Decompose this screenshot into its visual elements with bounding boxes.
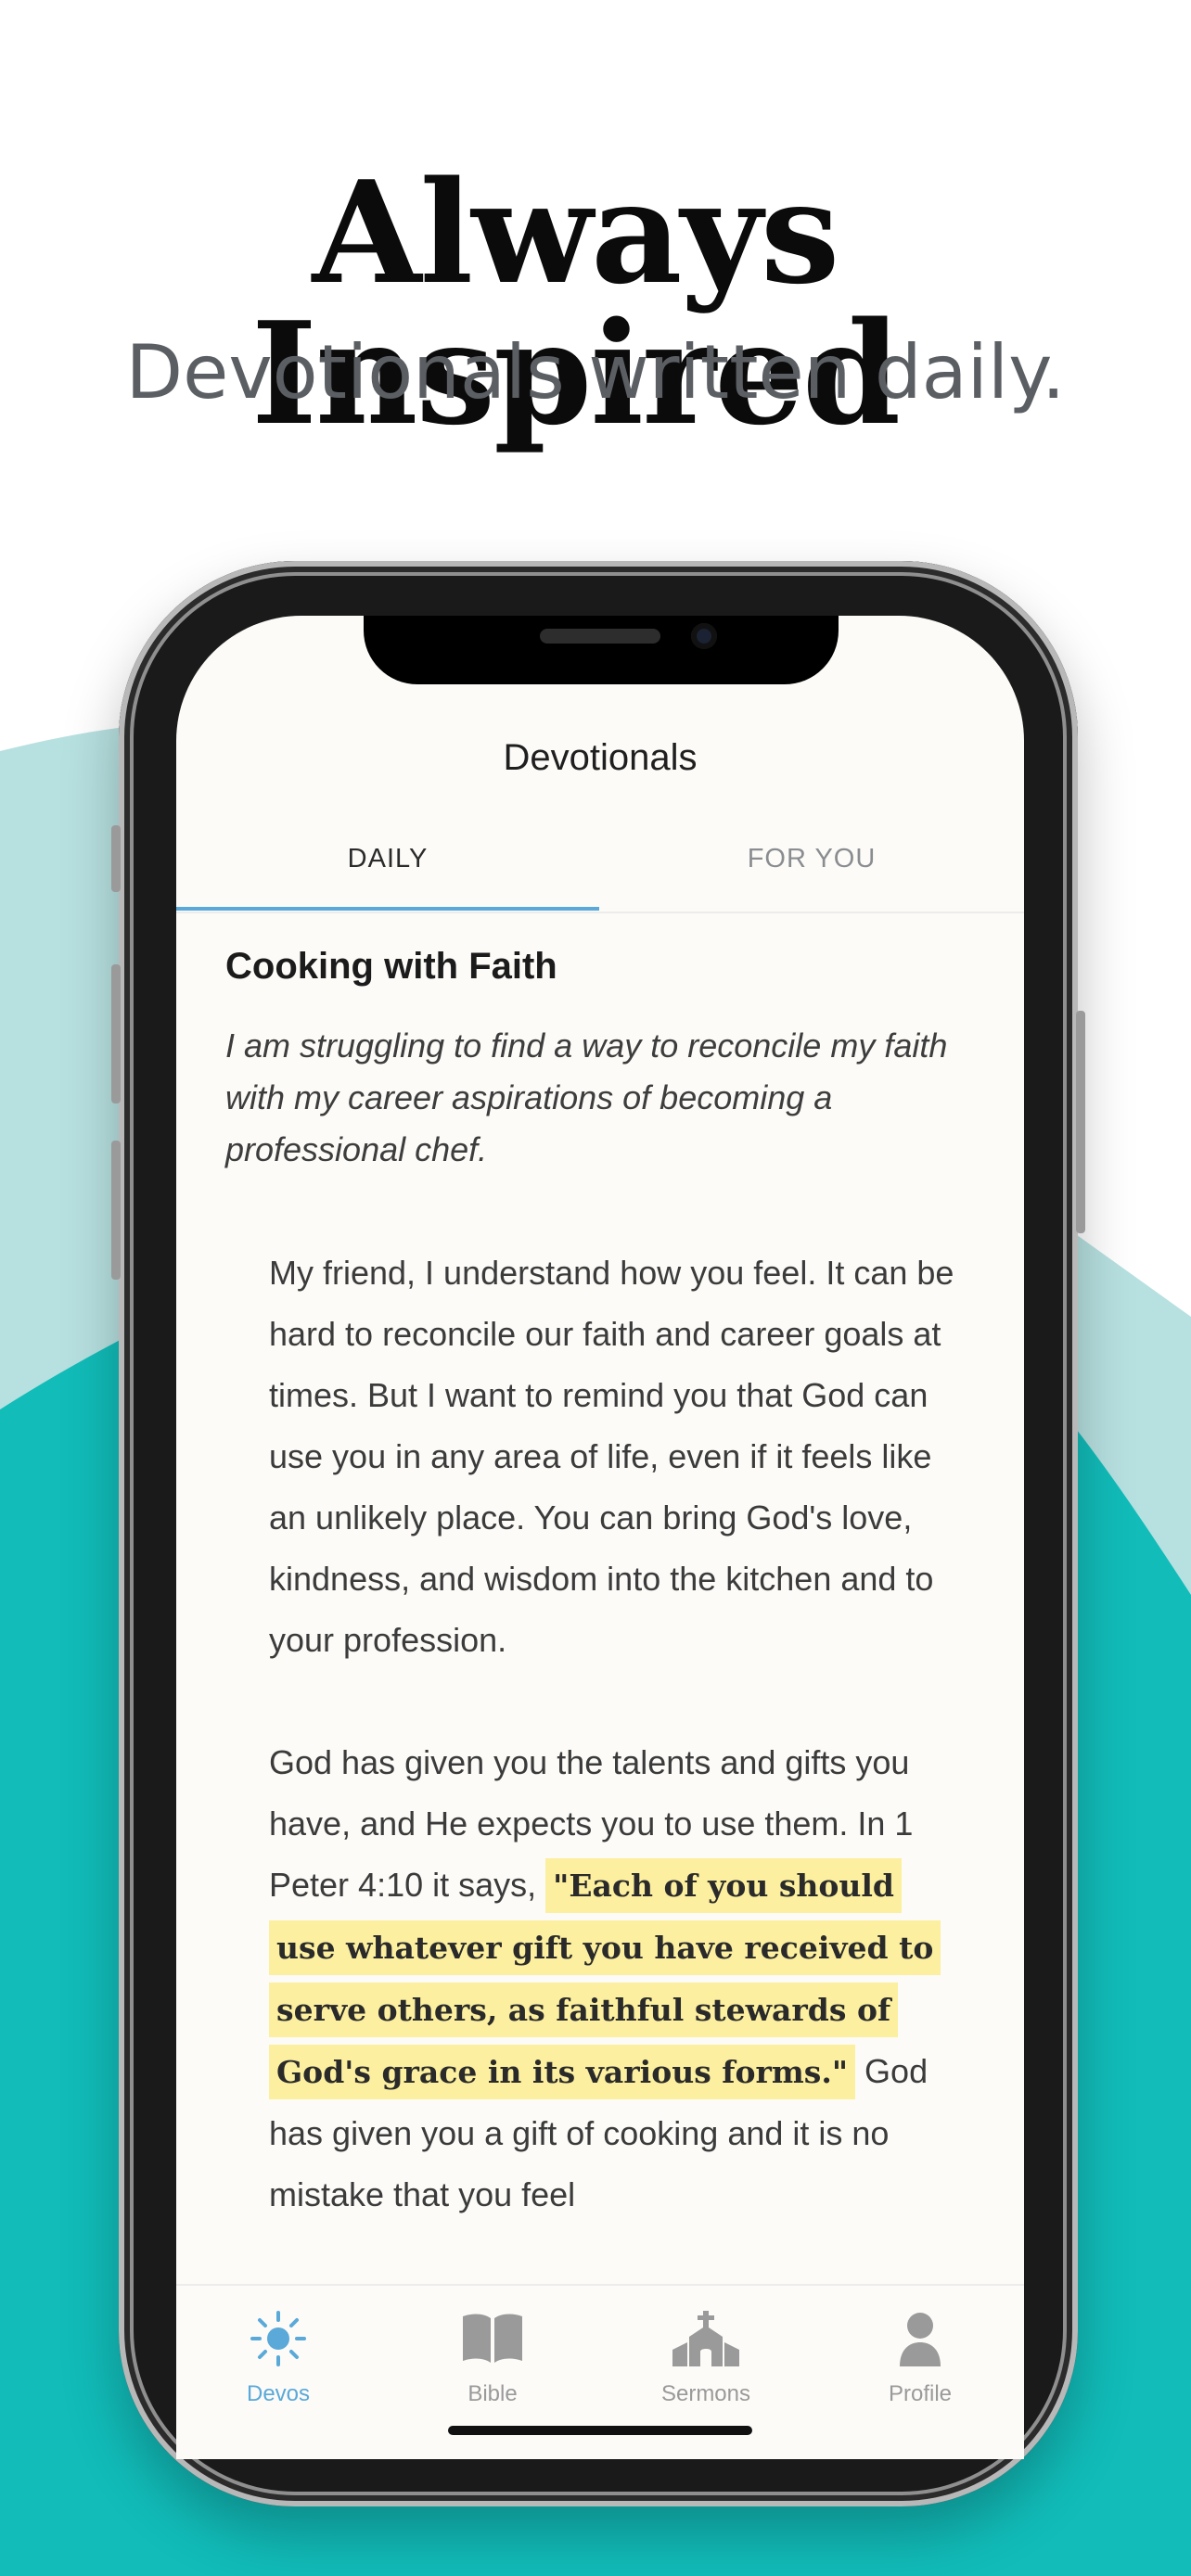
phone-silent-switch <box>111 825 121 892</box>
open-book-icon <box>463 2314 522 2363</box>
person-icon <box>900 2313 941 2366</box>
devotional-paragraph: My friend, I understand how you feel. It… <box>269 1254 954 1659</box>
devotional-body: My friend, I understand how you feel. It… <box>269 1243 955 2287</box>
phone-notch <box>364 616 839 684</box>
phone-volume-down <box>111 1141 121 1280</box>
home-indicator[interactable] <box>448 2426 752 2435</box>
tabbar-item-devos[interactable]: Devos <box>213 2309 343 2407</box>
tab-divider <box>176 912 1024 913</box>
church-icon <box>672 2311 739 2366</box>
phone-power-button <box>1076 1011 1085 1233</box>
tabbar-item-sermons[interactable]: Sermons <box>641 2309 771 2407</box>
tabbar-label: Profile <box>888 2381 953 2406</box>
tab-for-you[interactable]: FOR YOU <box>599 844 1024 874</box>
phone-camera <box>691 623 717 649</box>
sun-icon <box>250 2311 306 2366</box>
tabbar-label: Devos <box>246 2381 311 2406</box>
devotional-question: I am struggling to find a way to reconci… <box>225 1027 948 1168</box>
phone-volume-up <box>111 964 121 1103</box>
tabbar-item-bible[interactable]: Bible <box>428 2309 557 2407</box>
hero-subtitle: Devotionals written daily. <box>125 329 1066 415</box>
phone-speaker <box>540 629 660 644</box>
devotional-paragraph: God has given you the talents and gifts … <box>269 1732 955 2225</box>
tab-active-indicator <box>176 907 599 911</box>
devotional-title: Cooking with Faith <box>225 946 557 987</box>
tab-daily[interactable]: DAILY <box>176 844 599 874</box>
nav-title: Devotionals <box>503 737 698 778</box>
tabbar-item-profile[interactable]: Profile <box>855 2309 985 2407</box>
tabbar-label: Bible <box>467 2381 518 2406</box>
tabbar-label: Sermons <box>660 2381 751 2406</box>
